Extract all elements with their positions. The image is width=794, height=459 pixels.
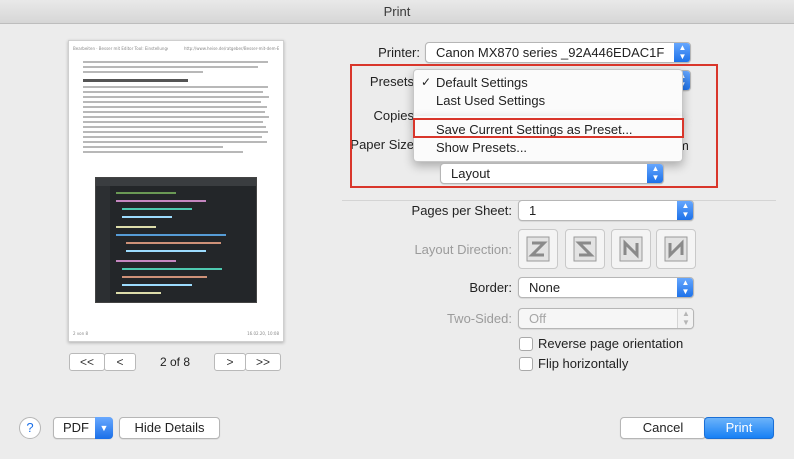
layout-direction-reverse-n-button[interactable] (656, 229, 696, 269)
previous-page-button[interactable]: < (104, 353, 136, 371)
preview-text-line (83, 126, 266, 128)
chevron-updown-icon: ▲▼ (677, 278, 693, 297)
border-popup[interactable]: None ▲ ▼ (518, 277, 694, 298)
preview-text-line (83, 61, 268, 63)
layout-direction-s-button[interactable] (565, 229, 605, 269)
section-value: Layout (451, 166, 491, 181)
printer-popup[interactable]: Canon MX870 series _92A446EDAC1F ▲ ▼ (425, 42, 691, 63)
preview-heading (83, 79, 188, 82)
window-title: Print (0, 0, 794, 24)
chevron-updown-icon: ▲▼ (647, 164, 663, 183)
chevron-down-icon: ▼ (95, 417, 113, 439)
layout-direction-n-button[interactable] (611, 229, 651, 269)
preview-text-line (83, 101, 261, 103)
pages-per-sheet-value: 1 (529, 203, 537, 218)
preview-text-line (83, 91, 263, 93)
preview-text-line (83, 86, 268, 88)
preview-header: Bearbeiten · Besser mit Editor Tool: Ein… (73, 46, 279, 51)
printer-value: Canon MX870 series _92A446EDAC1F (436, 45, 665, 60)
section-popup[interactable]: Layout ▲ ▼ (440, 163, 664, 184)
two-sided-value: Off (529, 311, 547, 326)
preview-footer-left: 2 von 8 (73, 331, 88, 336)
next-page-button[interactable]: > (214, 353, 246, 371)
layout-direction-z-button[interactable] (518, 229, 558, 269)
reverse-orientation-checkbox[interactable] (519, 337, 533, 351)
preview-text-line (83, 121, 263, 123)
flip-horizontally-checkbox[interactable] (519, 357, 533, 371)
flip-horizontally-label: Flip horizontally (538, 356, 629, 371)
last-page-button[interactable]: >> (245, 353, 281, 371)
chevron-updown-icon: ▲▼ (677, 201, 693, 220)
preview-text-line (83, 151, 243, 153)
preview-text-line (83, 136, 262, 138)
border-value: None (529, 280, 561, 295)
first-page-button[interactable]: << (69, 353, 105, 371)
pages-per-sheet-popup[interactable]: 1 ▲ ▼ (518, 200, 694, 221)
layout-z-icon (526, 236, 550, 262)
two-sided-popup[interactable]: Off ▲ ▼ (518, 308, 694, 329)
highlight-save-preset-box (413, 118, 684, 138)
pages-per-sheet-label: Pages per Sheet: (411, 203, 512, 218)
chevron-updown-icon: ▲▼ (677, 309, 693, 328)
preview-footer-right: 16.02.20, 10:08 (247, 331, 279, 336)
preview-text-line (83, 66, 258, 68)
two-sided-label: Two-Sided: (446, 311, 512, 326)
layout-n-icon (619, 236, 643, 262)
preview-text-line (83, 116, 269, 118)
preview-header-left: Bearbeiten · Besser mit Editor Tool: Ein… (73, 46, 168, 51)
cancel-button[interactable]: Cancel (620, 417, 706, 439)
printer-label: Printer: (378, 45, 420, 60)
pdf-menu-button[interactable]: PDF ▼ (53, 417, 113, 439)
print-button[interactable]: Print (704, 417, 774, 439)
preview-text-line (83, 71, 203, 73)
preview-text-line (83, 106, 267, 108)
chevron-updown-icon: ▲▼ (674, 43, 690, 62)
preview-text-line (83, 141, 267, 143)
pdf-label: PDF (63, 420, 89, 435)
layout-direction-label: Layout Direction: (414, 242, 512, 257)
layout-s-icon (573, 236, 597, 262)
reverse-orientation-label: Reverse page orientation (538, 336, 684, 351)
page-preview: Bearbeiten · Besser mit Editor Tool: Ein… (68, 40, 284, 342)
preview-code-screenshot (95, 177, 257, 303)
preview-text-line (83, 111, 265, 113)
preview-text-line (83, 131, 268, 133)
preview-text-line (83, 96, 269, 98)
help-button[interactable]: ? (19, 417, 41, 439)
preview-header-right: http://www.heise.de/ratgeber/Besser-mit-… (184, 46, 279, 51)
preview-text-line (83, 146, 223, 148)
page-indicator: 2 of 8 (159, 355, 191, 369)
border-label: Border: (469, 280, 512, 295)
preview-footer: 2 von 8 16.02.20, 10:08 (73, 331, 279, 336)
hide-details-button[interactable]: Hide Details (119, 417, 220, 439)
layout-reverse-n-icon (664, 236, 688, 262)
